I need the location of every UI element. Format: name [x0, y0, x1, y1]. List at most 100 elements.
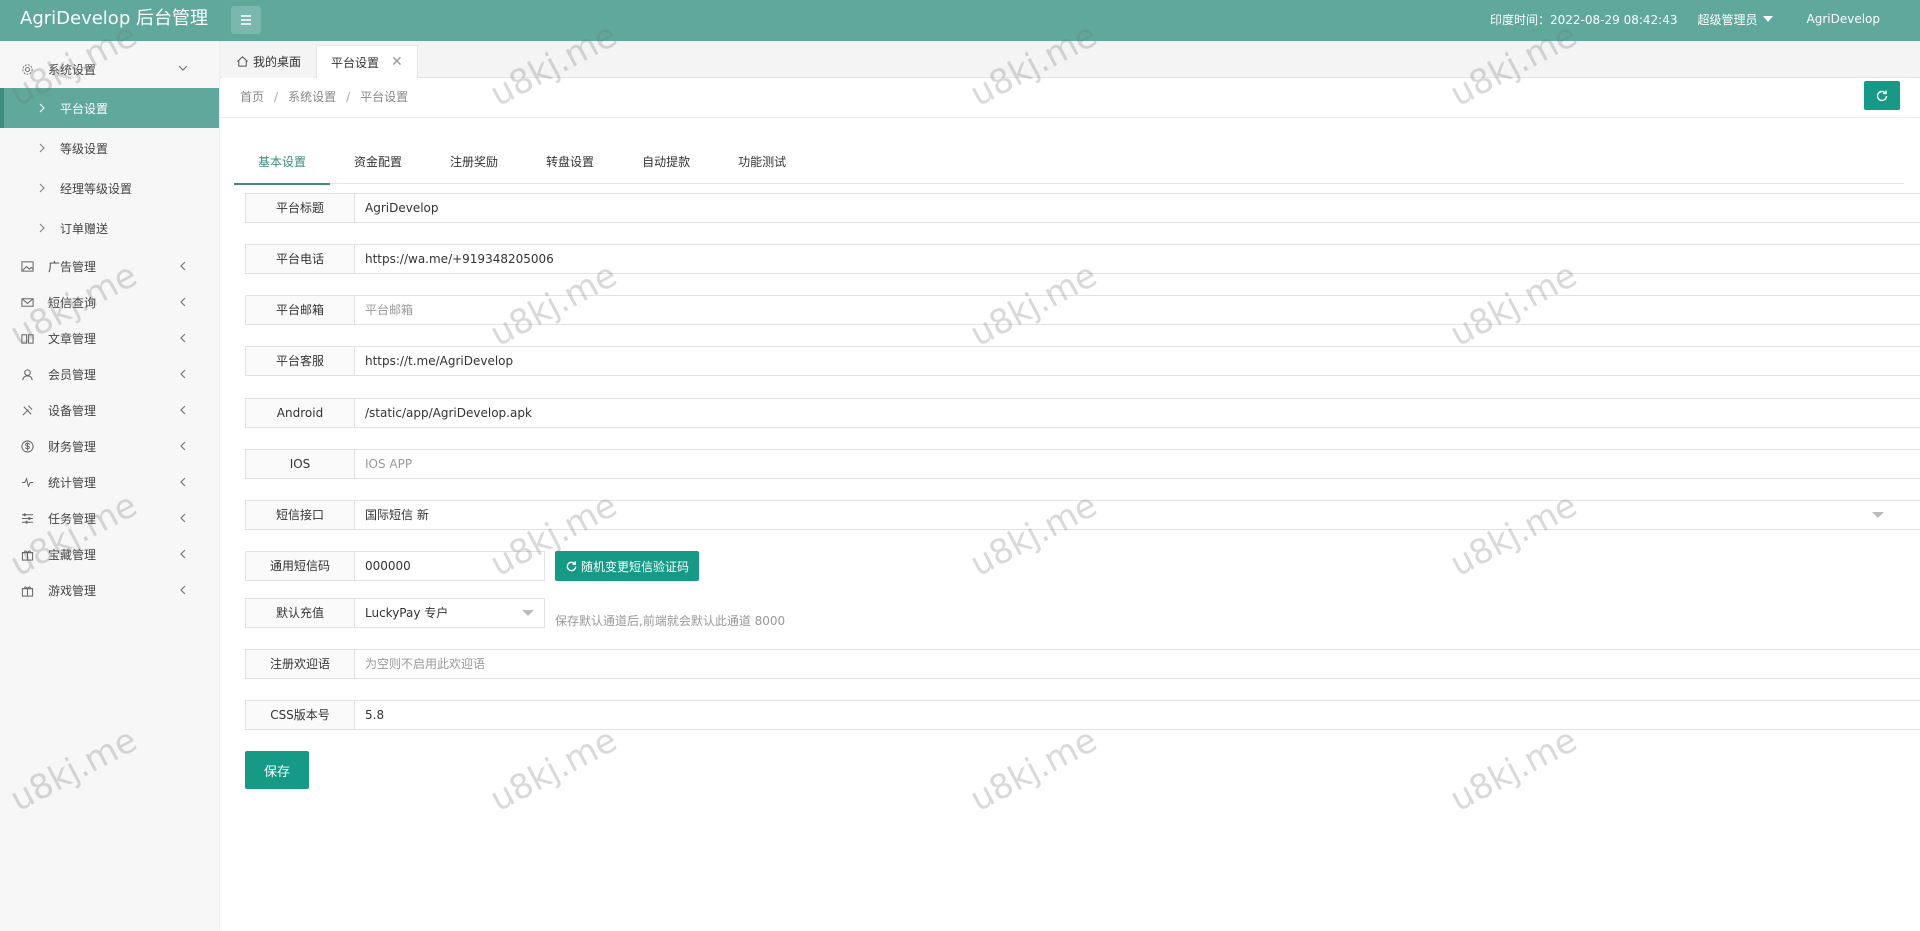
chevron-left-icon [180, 261, 186, 271]
top-header: AgriDevelop 后台管理 印度时间：2022-08-29 08:42:4… [0, 0, 1920, 41]
breadcrumb-system[interactable]: 系统设置 [288, 88, 336, 105]
field-label: IOS [245, 449, 355, 479]
field-label: 通用短信码 [245, 551, 355, 581]
random-sms-code-button[interactable]: 随机变更短信验证码 [555, 551, 700, 581]
chevron-left-icon [180, 585, 186, 595]
sidebar-group-treasure[interactable]: 宝藏管理 [0, 536, 219, 572]
image-icon [20, 259, 34, 273]
form-row-platform-title: 平台标题 AgriDevelop [245, 193, 1920, 223]
welcome-input[interactable]: 为空则不启用此欢迎语 [355, 649, 1920, 679]
gear-icon [20, 62, 34, 76]
sidebar-group-system-settings[interactable]: 系统设置 [0, 50, 219, 88]
default-recharge-select[interactable]: LuckyPay 专户 [355, 598, 545, 628]
android-input[interactable]: /static/app/AgriDevelop.apk [355, 398, 1920, 428]
sidebar-group-label: 统计管理 [48, 475, 97, 490]
sidebar-item-order-gift[interactable]: 订单赠送 [0, 208, 219, 248]
sidebar-item-manager-level-settings[interactable]: 经理等级设置 [0, 168, 219, 208]
tab-auto-withdraw[interactable]: 自动提款 [618, 150, 714, 184]
field-label: 平台标题 [245, 193, 355, 223]
role-dropdown[interactable]: 超级管理员 [1697, 11, 1773, 28]
form-row-css-version: CSS版本号 5.8 [245, 700, 1920, 730]
chevron-right-icon [39, 143, 45, 153]
sidebar-group-ads[interactable]: 广告管理 [0, 248, 219, 284]
sidebar-group-devices[interactable]: 设备管理 [0, 392, 219, 428]
form-row-sms-code: 通用短信码 000000 随机变更短信验证码 [245, 551, 700, 581]
menu-toggle-button[interactable] [231, 6, 261, 34]
tab-register-reward[interactable]: 注册奖励 [426, 150, 522, 184]
sidebar-item-platform-settings[interactable]: 平台设置 [0, 88, 219, 128]
chevron-down-icon [178, 65, 188, 71]
tab-function-test[interactable]: 功能测试 [714, 150, 810, 184]
sidebar-group-finance[interactable]: 财务管理 [0, 428, 219, 464]
sms-code-input[interactable]: 000000 [355, 551, 545, 581]
page-tab-bar: 我的桌面 平台设置 ✕ [220, 41, 1920, 78]
user-menu[interactable]: AgriDevelop [1807, 12, 1881, 26]
chevron-left-icon [180, 513, 186, 523]
tools-icon [20, 403, 34, 417]
sidebar-group-statistics[interactable]: 统计管理 [0, 464, 219, 500]
platform-phone-input[interactable]: https://wa.me/+919348205006 [355, 244, 1920, 274]
chevron-left-icon [180, 405, 186, 415]
home-icon [237, 56, 248, 67]
chevron-right-icon [39, 183, 45, 193]
tab-label: 我的桌面 [253, 55, 302, 69]
sidebar-item-label: 订单赠送 [60, 221, 109, 236]
sidebar-group-label: 系统设置 [48, 62, 97, 77]
app-title: AgriDevelop 后台管理 [20, 8, 208, 29]
platform-support-input[interactable]: https://t.me/AgriDevelop [355, 346, 1920, 376]
chevron-left-icon [180, 369, 186, 379]
tab-my-desktop[interactable]: 我的桌面 [222, 45, 316, 78]
gift-icon [20, 583, 34, 597]
field-label: 平台邮箱 [245, 295, 355, 325]
tab-platform-settings[interactable]: 平台设置 ✕ [316, 45, 418, 78]
tab-basic-settings[interactable]: 基本设置 [234, 150, 331, 185]
sidebar-group-label: 宝藏管理 [48, 547, 97, 562]
sidebar-group-label: 会员管理 [48, 367, 97, 382]
breadcrumb-separator: / [346, 89, 351, 104]
chevron-left-icon [180, 441, 186, 451]
platform-title-input[interactable]: AgriDevelop [355, 193, 1920, 223]
tab-wheel-settings[interactable]: 转盘设置 [522, 150, 618, 184]
sidebar-group-label: 文章管理 [48, 331, 97, 346]
field-label: Android [245, 398, 355, 428]
sidebar-group-label: 设备管理 [48, 403, 97, 418]
chevron-left-icon [180, 477, 186, 487]
sidebar-group-articles[interactable]: 文章管理 [0, 320, 219, 356]
watermark: u8kj.me [1443, 720, 1584, 820]
form-row-welcome: 注册欢迎语 为空则不启用此欢迎语 [245, 649, 1920, 679]
css-version-input[interactable]: 5.8 [355, 700, 1920, 730]
ios-input[interactable]: IOS APP [355, 449, 1920, 479]
refresh-button[interactable] [1864, 81, 1900, 110]
form-row-platform-phone: 平台电话 https://wa.me/+919348205006 [245, 244, 1920, 274]
sms-api-select[interactable]: 国际短信 新 [355, 500, 1920, 530]
sidebar-group-label: 财务管理 [48, 439, 97, 454]
sidebar-group-games[interactable]: 游戏管理 [0, 572, 219, 608]
sidebar-group-members[interactable]: 会员管理 [0, 356, 219, 392]
sidebar-item-level-settings[interactable]: 等级设置 [0, 128, 219, 168]
breadcrumb-home[interactable]: 首页 [240, 88, 264, 105]
save-button[interactable]: 保存 [245, 751, 309, 789]
role-label: 超级管理员 [1697, 12, 1758, 27]
sidebar-group-label: 广告管理 [48, 259, 97, 274]
platform-email-input[interactable]: 平台邮箱 [355, 295, 1920, 325]
sidebar: 系统设置 平台设置 等级设置 经理等级设置 订单赠送 广告管理 短信查询 文章管… [0, 41, 220, 931]
chevron-right-icon [39, 223, 45, 233]
pulse-icon [20, 475, 34, 489]
caret-down-icon [1872, 512, 1884, 518]
sidebar-group-tasks[interactable]: 任务管理 [0, 500, 219, 536]
field-label: 注册欢迎语 [245, 649, 355, 679]
sidebar-group-sms-query[interactable]: 短信查询 [0, 284, 219, 320]
field-label: CSS版本号 [245, 700, 355, 730]
tab-fund-config[interactable]: 资金配置 [330, 150, 426, 184]
sidebar-group-label: 短信查询 [48, 295, 97, 310]
sidebar-group-label: 游戏管理 [48, 583, 97, 598]
close-icon[interactable]: ✕ [391, 54, 403, 70]
breadcrumb-current: 平台设置 [360, 90, 409, 104]
chevron-right-icon [39, 103, 45, 113]
breadcrumb: 首页 / 系统设置 / 平台设置 [240, 88, 408, 105]
watermark: u8kj.me [483, 720, 624, 820]
caret-down-icon [1762, 16, 1773, 22]
sidebar-item-label: 平台设置 [60, 101, 109, 116]
sidebar-group-label: 任务管理 [48, 511, 97, 526]
button-label: 随机变更短信验证码 [581, 559, 690, 574]
